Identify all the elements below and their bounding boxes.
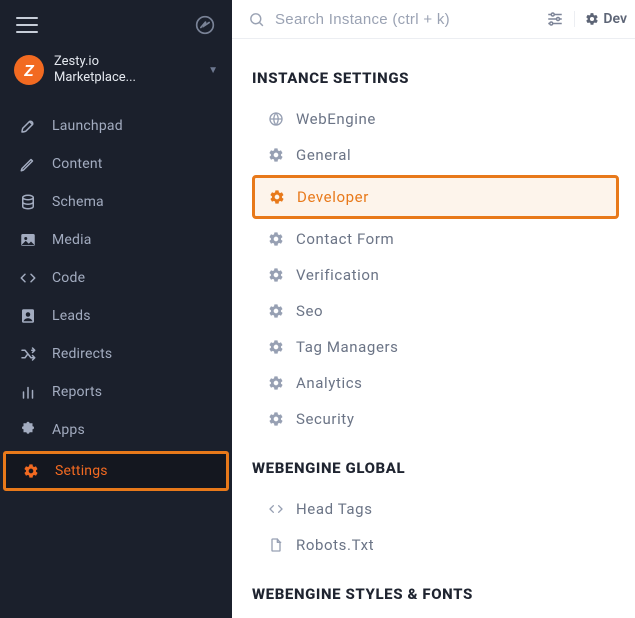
contact-icon [18, 307, 38, 325]
gear-icon [269, 189, 285, 205]
sidebar-top [0, 0, 232, 46]
gear-icon [268, 303, 284, 319]
sidebar-item-schema[interactable]: Schema [0, 183, 232, 221]
sidebar-item-label: Code [52, 270, 85, 286]
sidebar-item-media[interactable]: Media [0, 221, 232, 259]
sidebar-item-code[interactable]: Code [0, 259, 232, 297]
globe-icon [268, 110, 284, 128]
puzzle-icon [18, 421, 38, 439]
settings-item-label: Tag Managers [296, 338, 399, 356]
sidebar: Z Zesty.io Marketplace... ▼ Launchpad Con… [0, 0, 232, 618]
search-wrap [248, 11, 536, 28]
file-icon [268, 536, 284, 554]
sidebar-item-reports[interactable]: Reports [0, 373, 232, 411]
org-subtitle: Marketplace... [54, 70, 198, 86]
bars-icon [18, 383, 38, 401]
settings-item-general[interactable]: General [252, 137, 619, 173]
code-icon [18, 269, 38, 287]
filters-icon[interactable] [546, 10, 564, 28]
sidebar-mini-logo-icon [194, 14, 216, 36]
sidebar-item-leads[interactable]: Leads [0, 297, 232, 335]
chevron-down-icon: ▼ [208, 65, 218, 76]
settings-item-tag-managers[interactable]: Tag Managers [252, 329, 619, 365]
topbar: Dev [232, 0, 635, 39]
settings-item-contact-form[interactable]: Contact Form [252, 221, 619, 257]
gear-icon [268, 231, 284, 247]
sidebar-item-content[interactable]: Content [0, 145, 232, 183]
sidebar-item-label: Leads [52, 308, 91, 324]
sidebar-item-label: Apps [52, 422, 85, 438]
main: Dev INSTANCE SETTINGS WebEngine General Dev… [232, 0, 635, 618]
sidebar-item-label: Reports [52, 384, 102, 400]
settings-item-label: WebEngine [296, 110, 376, 128]
settings-item-label: Verification [296, 266, 379, 284]
settings-item-label: Seo [296, 302, 323, 320]
settings-item-label: Contact Form [296, 230, 394, 248]
sidebar-item-apps[interactable]: Apps [0, 411, 232, 449]
sidebar-item-launchpad[interactable]: Launchpad [0, 107, 232, 145]
gear-icon [268, 411, 284, 427]
section-title: INSTANCE SETTINGS [252, 69, 619, 87]
sidebar-item-label: Media [52, 232, 92, 248]
gear-icon [268, 267, 284, 283]
settings-list: WebEngine General Developer Contact Form Ver… [252, 101, 619, 437]
settings-item-verification[interactable]: Verification [252, 257, 619, 293]
rocket-icon [18, 117, 38, 135]
settings-item-robots-txt[interactable]: Robots.Txt [252, 527, 619, 563]
pencil-icon [18, 155, 38, 173]
org-name: Zesty.io [54, 54, 198, 70]
settings-item-label: Head Tags [296, 500, 373, 518]
gear-icon [21, 463, 41, 479]
database-icon [18, 193, 38, 211]
settings-item-analytics[interactable]: Analytics [252, 365, 619, 401]
top-dev-tab[interactable]: Dev [574, 11, 627, 27]
hamburger-icon[interactable] [16, 17, 38, 33]
sidebar-nav: Launchpad Content Schema Media Code Leads Redi… [0, 101, 232, 493]
top-dev-label: Dev [603, 11, 627, 27]
search-icon [248, 11, 265, 28]
sidebar-item-redirects[interactable]: Redirects [0, 335, 232, 373]
sidebar-item-label: Settings [55, 463, 108, 479]
gear-icon [268, 375, 284, 391]
gear-icon [268, 339, 284, 355]
sidebar-item-label: Content [52, 156, 103, 172]
sidebar-item-settings[interactable]: Settings [3, 451, 229, 491]
gear-icon [268, 147, 284, 163]
org-switcher[interactable]: Z Zesty.io Marketplace... ▼ [0, 46, 232, 101]
section-title: WEBENGINE GLOBAL [252, 459, 619, 477]
settings-item-developer[interactable]: Developer [252, 175, 619, 219]
settings-item-label: Developer [297, 188, 369, 206]
org-text: Zesty.io Marketplace... [54, 54, 198, 87]
settings-item-webengine[interactable]: WebEngine [252, 101, 619, 137]
settings-item-seo[interactable]: Seo [252, 293, 619, 329]
sidebar-item-label: Schema [52, 194, 104, 210]
settings-item-label: General [296, 146, 351, 164]
settings-content: INSTANCE SETTINGS WebEngine General Develop… [232, 39, 635, 618]
section-title: WEBENGINE STYLES & FONTS [252, 585, 619, 603]
settings-item-label: Robots.Txt [296, 536, 374, 554]
search-input[interactable] [275, 11, 536, 28]
settings-item-head-tags[interactable]: Head Tags [252, 491, 619, 527]
sidebar-item-label: Redirects [52, 346, 112, 362]
settings-item-label: Security [296, 410, 355, 428]
settings-item-label: Analytics [296, 374, 363, 392]
org-logo-icon: Z [14, 55, 44, 85]
image-icon [18, 231, 38, 249]
shuffle-icon [18, 345, 38, 363]
settings-item-security[interactable]: Security [252, 401, 619, 437]
sidebar-item-label: Launchpad [52, 118, 123, 134]
settings-list: Head Tags Robots.Txt [252, 491, 619, 563]
code-icon [268, 500, 284, 518]
